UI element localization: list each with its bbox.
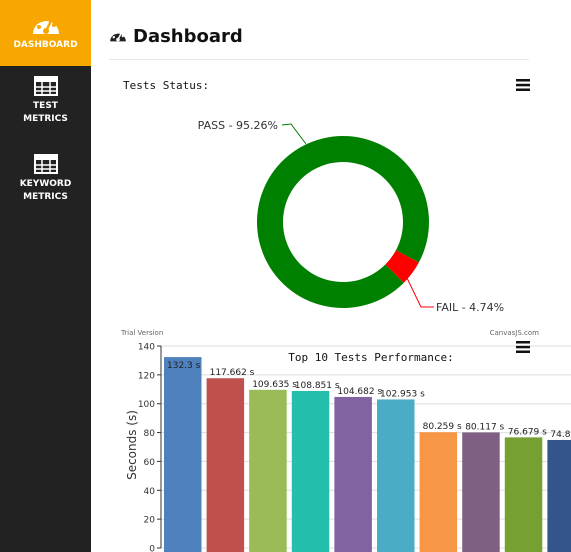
sidebar: DASHBOARD TEST METRICS KEYWORD METRICS [0, 0, 91, 552]
nav-dashboard[interactable]: DASHBOARD [0, 0, 91, 66]
table-icon [33, 154, 58, 174]
nav-keyword-metrics-label-2: METRICS [23, 192, 68, 202]
y-tick-label: 80 [144, 429, 156, 439]
bar-value-label: 109.635 s [252, 380, 297, 390]
y-tick-label: 100 [138, 400, 155, 410]
nav-test-metrics-label-1: TEST [33, 101, 58, 111]
bar-value-label: 74.88 [550, 430, 571, 440]
table-icon [33, 76, 58, 96]
bar-1[interactable] [164, 357, 202, 552]
nav-keyword-metrics-label-1: KEYWORD [19, 179, 72, 189]
bar-value-label: 117.662 s [210, 368, 255, 378]
y-tick-label: 0 [149, 545, 155, 552]
bar-6[interactable] [377, 399, 415, 552]
trial-version-text: Trial Version [120, 329, 163, 337]
y-tick-label: 140 [138, 343, 155, 353]
speedometer-icon [32, 17, 59, 34]
nav-test-metrics[interactable]: TEST METRICS [0, 76, 91, 126]
bar-value-label: 76.679 s [508, 427, 547, 437]
nav-test-metrics-label-2: METRICS [23, 114, 68, 124]
fail-leader-line [405, 275, 434, 308]
bar-value-label: 132.3 s [167, 361, 201, 371]
chart-menu-icon[interactable] [516, 340, 530, 354]
bar-7[interactable] [419, 432, 458, 552]
bar-2[interactable] [206, 378, 245, 552]
y-tick-label: 20 [144, 516, 156, 526]
bar-value-label: 80.117 s [465, 422, 504, 432]
bar-4[interactable] [291, 390, 330, 552]
y-tick-label: 120 [138, 371, 155, 381]
canvasjs-credit: CanvasJS.com [490, 329, 540, 337]
performance-chart-title: Top 10 Tests Performance: [288, 351, 454, 364]
y-tick-label: 40 [144, 487, 156, 497]
y-axis-label: Seconds (s) [125, 410, 139, 480]
bar-value-label: 102.953 s [380, 389, 425, 399]
bar-9[interactable] [504, 437, 543, 552]
bar-3[interactable] [249, 389, 287, 552]
nav-keyword-metrics[interactable]: KEYWORD METRICS [0, 154, 91, 204]
pass-leader-line [281, 123, 307, 145]
bar-8[interactable] [462, 432, 500, 552]
bar-10[interactable] [547, 439, 571, 552]
bar-value-label: 80.259 s [423, 422, 462, 432]
bar-5[interactable] [334, 396, 372, 552]
main-content: Dashboard Tests Status: PASS - 95.26% FA… [91, 0, 571, 552]
performance-chart: Trial Version CanvasJS.com 0 20 40 60 80 100 1… [120, 329, 571, 552]
bar-value-label: 108.851 s [295, 381, 340, 391]
bar-value-label: 104.682 s [337, 387, 382, 397]
y-tick-label: 60 [144, 458, 156, 468]
nav-dashboard-label: DASHBOARD [13, 40, 78, 50]
pass-slice-label: PASS - 95.26% [198, 119, 278, 132]
fail-slice-label: FAIL - 4.74% [436, 301, 504, 314]
tests-status-chart: PASS - 95.26% FAIL - 4.74% [198, 119, 504, 314]
